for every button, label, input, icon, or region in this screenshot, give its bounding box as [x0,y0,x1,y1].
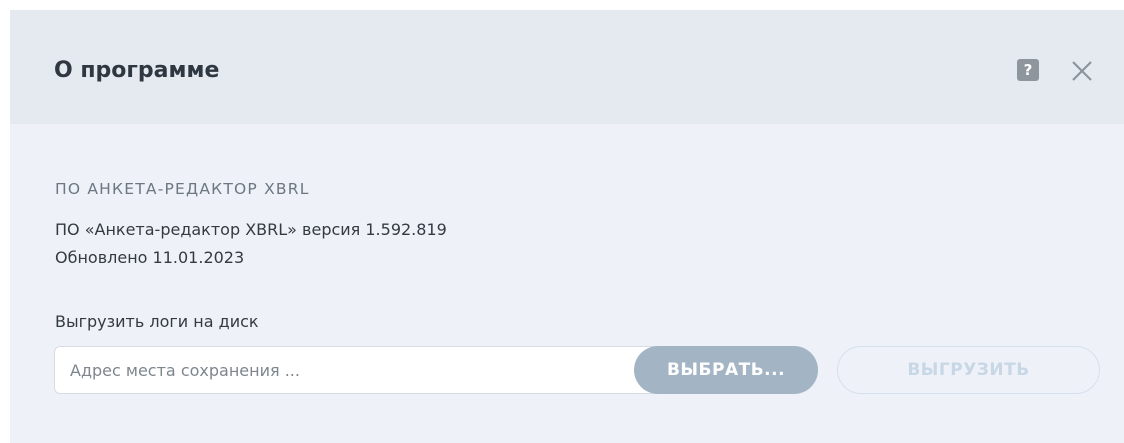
export-logs-button[interactable]: ВЫГРУЗИТЬ [837,346,1100,394]
about-dialog: О программе ? ПО АНКЕТА-РЕДАКТОР XBRL ПО… [10,10,1124,443]
help-icon[interactable]: ? [1017,59,1039,81]
dialog-content: ПО АНКЕТА-РЕДАКТОР XBRL ПО «Анкета-редак… [10,124,1124,443]
close-icon[interactable] [1067,56,1097,86]
dialog-header: О программе ? [10,10,1124,124]
updated-date-text: Обновлено 11.01.2023 [55,248,245,267]
section-title: ПО АНКЕТА-РЕДАКТОР XBRL [55,180,310,198]
export-logs-label: Выгрузить логи на диск [55,312,259,331]
choose-path-button[interactable]: ВЫБРАТЬ... [634,346,818,394]
dialog-title: О программе [54,58,220,83]
version-text: ПО «Анкета-редактор XBRL» версия 1.592.8… [55,220,447,239]
